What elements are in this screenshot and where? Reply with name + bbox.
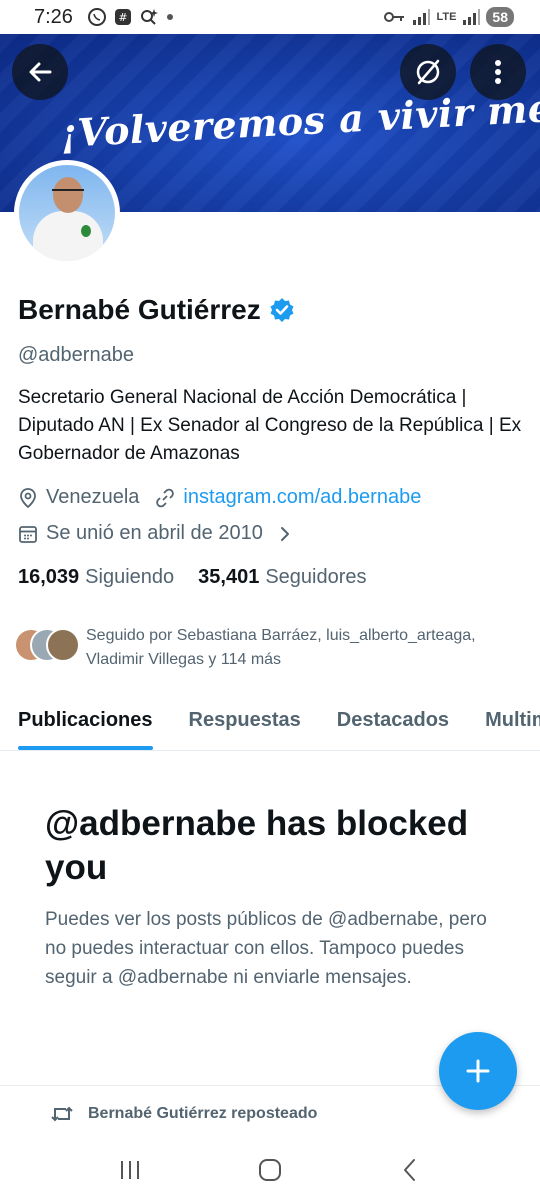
profile-joined-date: Se unió en abril de 2010 bbox=[46, 522, 263, 544]
svg-text:#: # bbox=[118, 11, 127, 24]
profile-handle: @adbernabe bbox=[18, 344, 134, 366]
repost-indicator: Bernabé Gutiérrez reposteado bbox=[50, 1104, 317, 1124]
profile-meta-location-row: Venezuela instagram.com/ad.bernabe bbox=[18, 486, 421, 509]
chevron-left-icon bbox=[404, 1159, 415, 1181]
battery-level: 58 bbox=[486, 7, 514, 27]
followed-by-row[interactable]: Seguido por Sebastiana Barráez, luis_alb… bbox=[14, 624, 526, 672]
recent-apps-button[interactable] bbox=[105, 1145, 155, 1195]
profile-tabs: Publicaciones Respuestas Destacados Mult… bbox=[0, 690, 540, 751]
more-options-button[interactable] bbox=[470, 44, 526, 100]
more-vertical-icon bbox=[495, 60, 501, 84]
avatar-head bbox=[53, 177, 83, 213]
grok-button[interactable] bbox=[400, 44, 456, 100]
profile-name-row: Bernabé Gutiérrez bbox=[18, 294, 295, 326]
arrow-left-icon bbox=[29, 62, 52, 82]
following-link[interactable]: 16,039 Siguiendo bbox=[18, 566, 174, 589]
following-label: Siguiendo bbox=[85, 566, 175, 588]
tab-destacados[interactable]: Destacados bbox=[319, 690, 467, 750]
system-navigation-bar bbox=[0, 1140, 540, 1200]
followers-count: 35,401 bbox=[198, 566, 260, 588]
followers-link[interactable]: 35,401 Seguidores bbox=[198, 566, 366, 589]
profile-meta-joined-row[interactable]: Se unió en abril de 2010 bbox=[18, 522, 291, 545]
signal-icon-2 bbox=[462, 9, 481, 25]
home-icon bbox=[259, 1159, 281, 1181]
avatar-shirt bbox=[33, 211, 103, 261]
chevron-right-icon bbox=[279, 525, 291, 543]
follower-avatar bbox=[46, 628, 80, 662]
dot-indicator-icon bbox=[165, 12, 175, 22]
follow-stats: 16,039 Siguiendo 35,401 Seguidores bbox=[18, 566, 367, 589]
following-count: 16,039 bbox=[18, 566, 80, 588]
location-icon bbox=[18, 487, 38, 509]
whatsapp-icon bbox=[87, 7, 107, 27]
blocked-description: Puedes ver los posts públicos de @adbern… bbox=[45, 909, 487, 988]
followers-label: Seguidores bbox=[265, 566, 367, 588]
avatar[interactable] bbox=[14, 160, 120, 266]
network-type: LTE bbox=[436, 11, 457, 23]
avatar-photo bbox=[19, 165, 115, 261]
avatar-glasses bbox=[52, 189, 84, 195]
followed-by-text: Seguido por Sebastiana Barráez, luis_alb… bbox=[86, 627, 476, 668]
home-button[interactable] bbox=[245, 1145, 295, 1195]
status-bar: 7:26 # LTE 58 bbox=[0, 0, 540, 34]
profile-website-link[interactable]: instagram.com/ad.bernabe bbox=[183, 486, 421, 509]
status-time: 7:26 bbox=[34, 5, 73, 28]
link-icon bbox=[155, 488, 175, 508]
signal-icon bbox=[412, 9, 431, 25]
tab-publicaciones[interactable]: Publicaciones bbox=[0, 690, 171, 750]
profile-name: Bernabé Gutiérrez bbox=[18, 294, 261, 325]
verified-badge-icon[interactable] bbox=[269, 297, 295, 323]
avatar-pin bbox=[81, 225, 91, 237]
plus-icon bbox=[466, 1059, 490, 1083]
system-back-button[interactable] bbox=[385, 1145, 435, 1195]
grok-icon bbox=[416, 59, 440, 85]
app-notification-icon: # bbox=[113, 7, 133, 27]
profile-bio: Secretario General Nacional de Acción De… bbox=[18, 387, 522, 464]
search-sparkle-icon bbox=[139, 7, 159, 27]
tab-multimedia[interactable]: Multimedia bbox=[467, 690, 540, 750]
key-icon bbox=[384, 10, 406, 24]
calendar-icon bbox=[18, 524, 38, 544]
profile-location: Venezuela bbox=[46, 486, 140, 508]
tab-respuestas[interactable]: Respuestas bbox=[171, 690, 319, 750]
compose-button[interactable] bbox=[439, 1032, 517, 1110]
repost-icon bbox=[50, 1104, 74, 1124]
recent-apps-icon bbox=[121, 1161, 139, 1179]
followed-by-avatars bbox=[14, 628, 82, 666]
blocked-title: @adbernabe has blocked you bbox=[45, 804, 469, 887]
back-button[interactable] bbox=[12, 44, 68, 100]
repost-label: Bernabé Gutiérrez reposteado bbox=[88, 1105, 318, 1122]
